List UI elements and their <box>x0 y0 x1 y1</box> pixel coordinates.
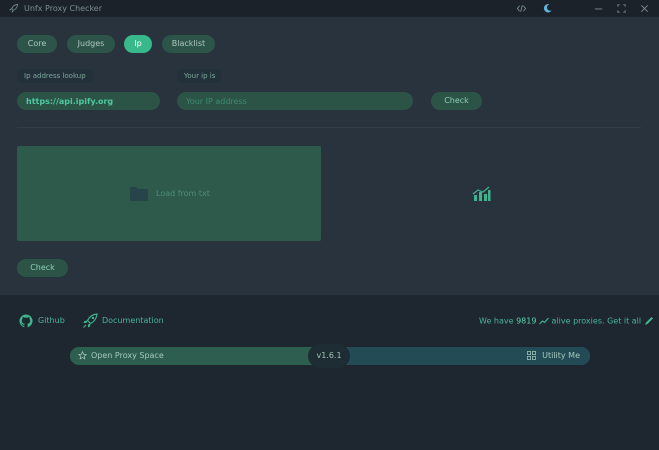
tab-core[interactable]: Core <box>17 35 57 53</box>
your-ip-label: Your ip is <box>177 69 223 83</box>
grid-icon <box>527 351 536 360</box>
documentation-link[interactable]: Documentation <box>102 316 164 326</box>
alive-proxies-text[interactable]: We have 9819 alive proxies. Get it all <box>479 316 654 327</box>
alive-count: 9819 <box>516 316 537 326</box>
minimize-icon[interactable] <box>593 3 604 14</box>
load-from-txt-label: Load from txt <box>156 189 210 198</box>
maximize-icon[interactable] <box>616 3 627 14</box>
alive-suffix: alive proxies. Get it all <box>551 316 642 326</box>
window-title: Unfx Proxy Checker <box>24 4 103 13</box>
tab-judges[interactable]: Judges <box>67 35 115 53</box>
github-icon[interactable] <box>19 314 33 328</box>
trend-icon <box>539 317 549 325</box>
ip-lookup-input[interactable] <box>17 92 160 110</box>
rocket-icon[interactable] <box>82 313 98 329</box>
your-ip-input[interactable] <box>177 92 413 110</box>
rocket-icon <box>9 3 19 13</box>
section-divider <box>17 127 641 128</box>
utility-me-link[interactable]: Utility Me <box>542 351 580 361</box>
github-link[interactable]: Github <box>38 316 65 326</box>
ip-check-button[interactable]: Check <box>431 92 482 110</box>
folder-icon <box>130 187 148 201</box>
close-icon[interactable] <box>639 3 650 14</box>
code-icon[interactable] <box>516 3 527 14</box>
alive-prefix: We have <box>479 316 514 326</box>
open-proxy-space-link[interactable]: Open Proxy Space <box>91 351 164 361</box>
version-badge: v1.6.1 <box>308 344 350 368</box>
moon-icon[interactable] <box>542 3 553 14</box>
ip-lookup-label: Ip address lookup <box>17 69 93 83</box>
star-icon <box>78 351 87 360</box>
pencil-icon <box>644 317 653 325</box>
title-bar: Unfx Proxy Checker <box>0 0 659 17</box>
tab-ip[interactable]: Ip <box>124 35 152 53</box>
tab-blacklist[interactable]: Blacklist <box>162 35 215 53</box>
chart-icon <box>472 186 491 201</box>
check-button[interactable]: Check <box>17 259 68 277</box>
load-from-txt-dropzone[interactable]: Load from txt <box>17 146 321 241</box>
